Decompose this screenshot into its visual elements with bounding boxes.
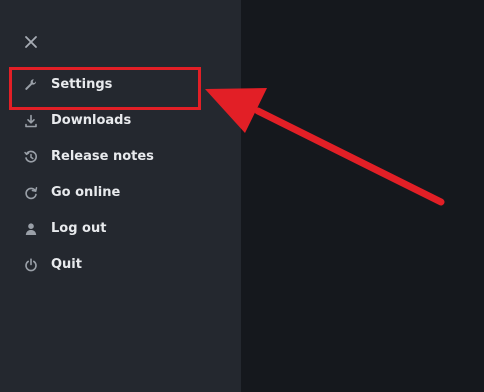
menu-item-label: Quit [51, 257, 82, 272]
menu-item-label: Downloads [51, 113, 132, 128]
menu-item-quit[interactable]: Quit [0, 247, 241, 283]
app-window: Settings Downloads Release notes Go onli… [0, 0, 484, 392]
sidebar-menu: Settings Downloads Release notes Go onli… [0, 0, 241, 392]
menu-item-label: Settings [51, 77, 113, 92]
menu-item-log-out[interactable]: Log out [0, 211, 241, 247]
wrench-icon [23, 77, 39, 93]
menu-list: Settings Downloads Release notes Go onli… [0, 67, 241, 283]
close-icon [25, 36, 37, 48]
refresh-icon [23, 185, 39, 201]
main-content-area [241, 0, 484, 392]
menu-item-go-online[interactable]: Go online [0, 175, 241, 211]
close-button[interactable] [22, 33, 40, 51]
download-icon [23, 113, 39, 129]
user-icon [23, 221, 39, 237]
menu-item-label: Log out [51, 221, 107, 236]
power-icon [23, 257, 39, 273]
menu-item-label: Go online [51, 185, 121, 200]
menu-item-settings[interactable]: Settings [0, 67, 241, 103]
menu-item-label: Release notes [51, 149, 154, 164]
menu-item-release-notes[interactable]: Release notes [0, 139, 241, 175]
menu-item-downloads[interactable]: Downloads [0, 103, 241, 139]
release-notes-icon [23, 149, 39, 165]
